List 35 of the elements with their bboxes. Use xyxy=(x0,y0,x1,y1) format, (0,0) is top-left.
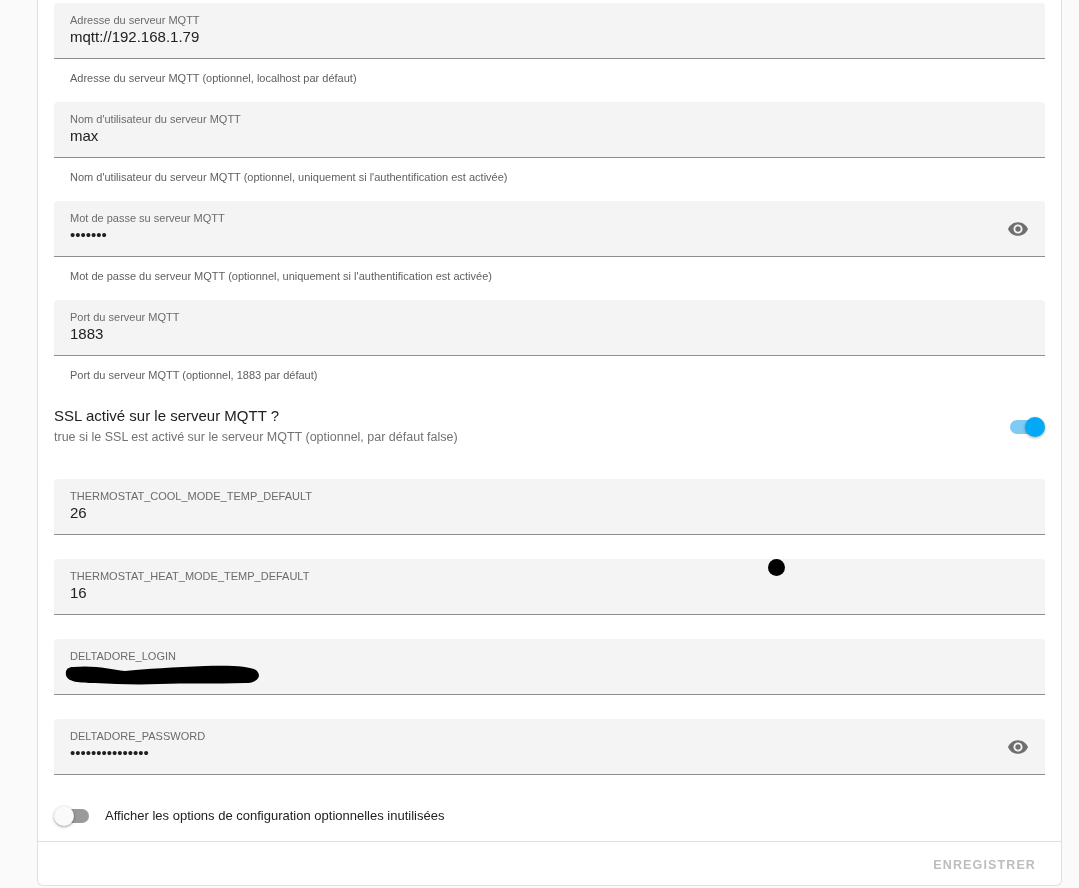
field-value: 1883 xyxy=(70,324,104,344)
helper-text: Port du serveur MQTT (optionnel, 1883 par défaut) xyxy=(70,369,318,381)
field-value: max xyxy=(70,126,99,146)
eye-icon[interactable] xyxy=(1008,221,1028,236)
input-field[interactable]: THERMOSTAT_COOL_MODE_TEMP_DEFAULT 26 xyxy=(54,479,1045,535)
input-field[interactable]: Mot de passe su serveur MQTT ••••••• xyxy=(54,201,1045,257)
input-field[interactable]: Nom d'utilisateur du serveur MQTT max xyxy=(54,102,1045,158)
field-label: DELTADORE_LOGIN xyxy=(70,649,176,663)
field-label: Adresse du serveur MQTT xyxy=(70,13,200,27)
input-field[interactable]: DELTADORE_LOGIN xyxy=(54,639,1045,695)
input-field[interactable]: DELTADORE_PASSWORD ••••••••••••••• xyxy=(54,719,1045,775)
input-field[interactable]: Port du serveur MQTT 1883 xyxy=(54,300,1045,356)
field-label: DELTADORE_PASSWORD xyxy=(70,729,206,743)
field-label: Nom d'utilisateur du serveur MQTT xyxy=(70,112,241,126)
input-field[interactable]: Adresse du serveur MQTT mqtt://192.168.1.79 xyxy=(54,3,1045,59)
toggle-switch[interactable] xyxy=(1008,417,1045,437)
helper-text: Nom d'utilisateur du serveur MQTT (optionnel, uniquement si l'authentification est activée) xyxy=(70,171,508,183)
dot-icon xyxy=(768,559,785,576)
field-value: ••••••••••••••• xyxy=(70,743,149,763)
field-label: THERMOSTAT_HEAT_MODE_TEMP_DEFAULT xyxy=(70,569,310,583)
eye-icon[interactable] xyxy=(1008,739,1028,754)
field-label: Mot de passe su serveur MQTT xyxy=(70,211,225,225)
field-value: ••••••• xyxy=(70,225,107,245)
field-label: Port du serveur MQTT xyxy=(70,310,180,324)
option-title: SSL activé sur le serveur MQTT ? xyxy=(54,406,280,426)
field-value: 26 xyxy=(70,503,87,523)
input-field[interactable]: THERMOSTAT_HEAT_MODE_TEMP_DEFAULT 16 xyxy=(54,559,1045,615)
toggle-switch[interactable] xyxy=(54,806,91,826)
field-value: mqtt://192.168.1.79 xyxy=(70,27,200,47)
helper-text: Adresse du serveur MQTT (optionnel, localhost par défaut) xyxy=(70,72,357,84)
option-description: true si le SSL est activé sur le serveur MQTT (optionnel, par défaut false) xyxy=(54,429,458,445)
field-label: THERMOSTAT_COOL_MODE_TEMP_DEFAULT xyxy=(70,489,313,503)
toggle-label: Afficher les options de configuration optionnelles inutilisées xyxy=(105,808,445,824)
field-value: 16 xyxy=(70,583,87,603)
helper-text: Mot de passe du serveur MQTT (optionnel, uniquement si l'authentification est activée) xyxy=(70,270,492,282)
